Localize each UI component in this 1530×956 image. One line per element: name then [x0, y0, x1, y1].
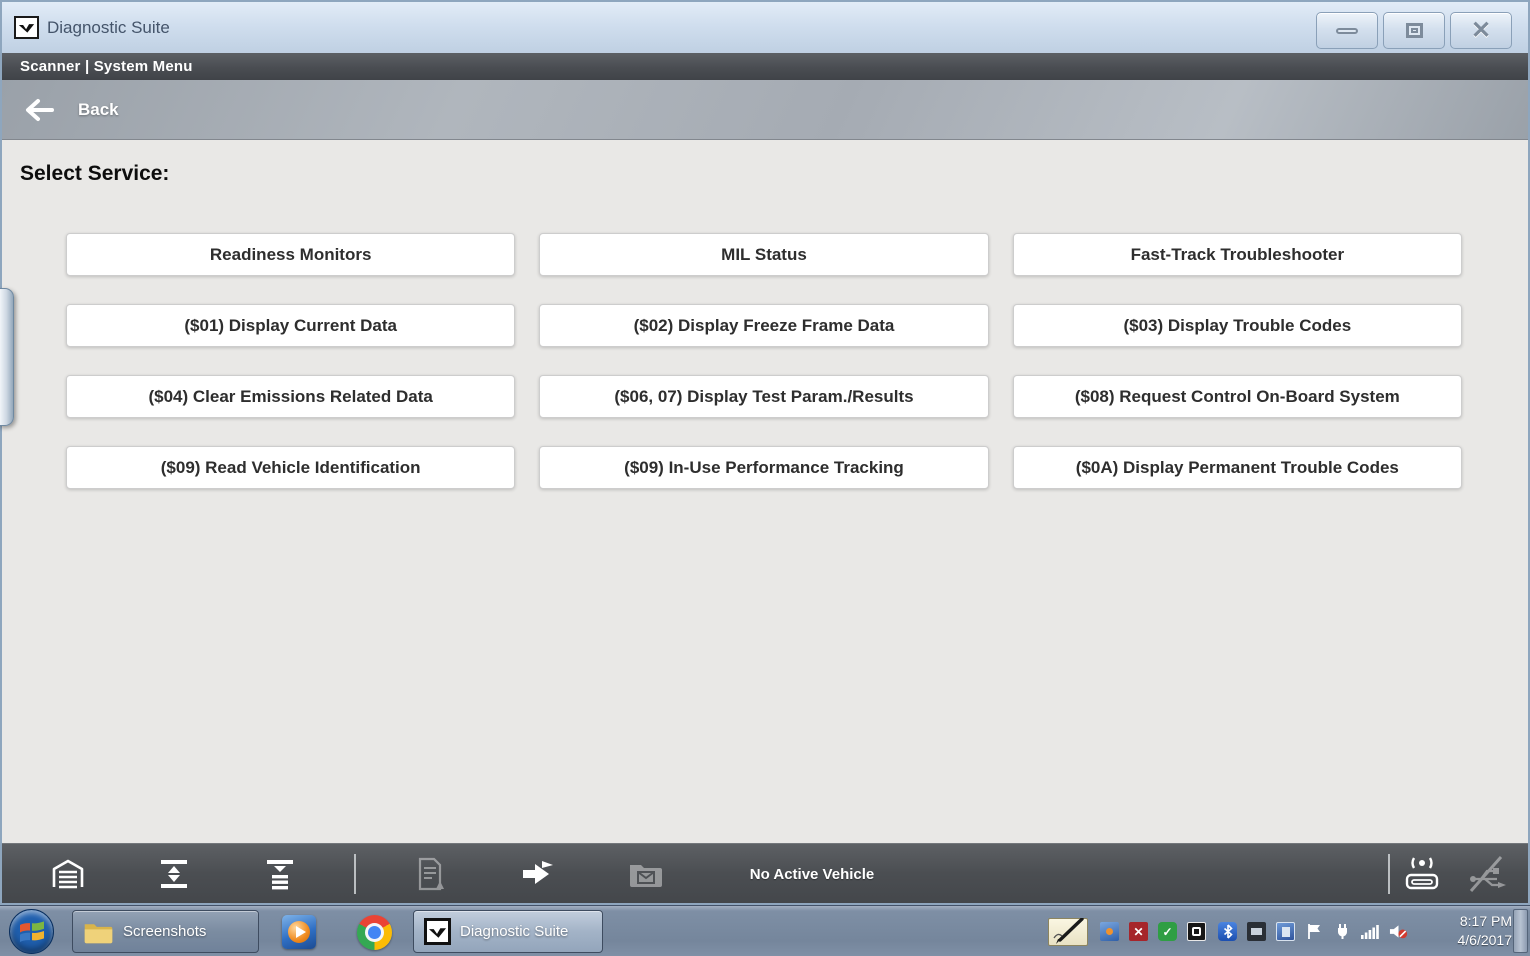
record-data-button [408, 854, 452, 894]
show-desktop-button[interactable] [1513, 909, 1528, 953]
nav-bar: Back [2, 80, 1528, 140]
toolbar-divider-right [1388, 854, 1390, 894]
attach-arrow-icon [520, 858, 556, 890]
window-title: Diagnostic Suite [47, 18, 170, 38]
toolbar-divider [354, 854, 356, 894]
start-button[interactable] [9, 909, 54, 954]
expand-data-button[interactable] [152, 854, 196, 894]
back-label: Back [78, 100, 119, 120]
service-read-vehicle-identification[interactable]: ($09) Read Vehicle Identification [66, 446, 515, 489]
saved-data-button [624, 854, 668, 894]
service-grid: Readiness Monitors MIL Status Fast-Track… [66, 233, 1462, 489]
breadcrumb: Scanner | System Menu [20, 58, 193, 75]
page-title: Select Service: [20, 162, 169, 186]
side-drawer-handle[interactable] [0, 288, 14, 426]
back-arrow-icon [22, 98, 56, 122]
attach-button[interactable] [516, 854, 560, 894]
main-content: Select Service: Readiness Monitors MIL S… [2, 140, 1528, 843]
service-fast-track-troubleshooter[interactable]: Fast-Track Troubleshooter [1013, 233, 1462, 276]
taskbar-button-diagnostic-suite[interactable]: Diagnostic Suite [413, 910, 603, 953]
volume-muted-icon[interactable] [1389, 922, 1408, 941]
home-button[interactable] [46, 854, 90, 894]
network-signal-icon[interactable] [1360, 922, 1379, 941]
service-request-control-onboard-system[interactable]: ($08) Request Control On-Board System [1013, 375, 1462, 418]
diagnostic-suite-icon [424, 918, 451, 945]
scanner-connection-button[interactable] [1400, 854, 1444, 894]
service-readiness-monitors[interactable]: Readiness Monitors [66, 233, 515, 276]
service-display-permanent-trouble-codes[interactable]: ($0A) Display Permanent Trouble Codes [1013, 446, 1462, 489]
close-button[interactable]: ✕ [1450, 12, 1512, 49]
minimize-icon [1336, 28, 1358, 34]
breadcrumb-bar: Scanner | System Menu [2, 53, 1528, 80]
taskbar-button-media-player[interactable] [280, 913, 318, 951]
media-player-icon [282, 915, 316, 949]
taskbar-button-chrome[interactable] [355, 913, 393, 951]
pen-input-icon[interactable] [1048, 918, 1088, 946]
close-icon: ✕ [1471, 19, 1491, 43]
service-display-freeze-frame-data[interactable]: ($02) Display Freeze Frame Data [539, 304, 988, 347]
saved-data-folder-icon [628, 859, 664, 889]
flash-icon[interactable]: ✕ [1129, 922, 1148, 941]
windows-logo-icon [19, 918, 45, 944]
maximize-button[interactable] [1383, 12, 1445, 49]
power-plug-icon[interactable] [1333, 922, 1352, 941]
green-check-icon[interactable]: ✓ [1158, 922, 1177, 941]
service-display-current-data[interactable]: ($01) Display Current Data [66, 304, 515, 347]
bottom-toolbar: No Active Vehicle [2, 843, 1528, 903]
app-window: Diagnostic Suite ✕ Scanner | System Menu… [0, 0, 1530, 905]
taskbar: Screenshots Diagnostic Suite ✕ ✓ [0, 905, 1530, 956]
taskbar-label: Screenshots [123, 923, 206, 940]
clock-time: 8:17 PM [1420, 912, 1512, 931]
chrome-icon [357, 915, 392, 950]
title-bar: Diagnostic Suite ✕ [2, 2, 1528, 53]
minimize-button[interactable] [1316, 12, 1378, 49]
display-icon[interactable] [1247, 922, 1266, 941]
expand-data-icon [157, 857, 191, 891]
service-clear-emissions-related-data[interactable]: ($04) Clear Emissions Related Data [66, 375, 515, 418]
service-mil-status[interactable]: MIL Status [539, 233, 988, 276]
remote-icon[interactable] [1276, 922, 1295, 941]
scanner-wireless-icon [1402, 855, 1442, 893]
clock[interactable]: 8:17 PM 4/6/2017 [1420, 912, 1512, 950]
folder-icon [83, 919, 114, 945]
service-display-trouble-codes[interactable]: ($03) Display Trouble Codes [1013, 304, 1462, 347]
home-icon [50, 858, 86, 890]
action-center-flag-icon[interactable] [1305, 922, 1324, 941]
taskbar-label: Diagnostic Suite [460, 923, 568, 940]
collapse-data-icon [263, 857, 297, 891]
service-display-test-param-results[interactable]: ($06, 07) Display Test Param./Results [539, 375, 988, 418]
app-logo-icon [14, 16, 39, 39]
record-data-icon [414, 857, 446, 891]
camera-icon[interactable] [1187, 922, 1206, 941]
usb-disconnected-icon [1465, 855, 1507, 893]
usb-connection-button [1464, 854, 1508, 894]
updater-icon[interactable] [1100, 922, 1119, 941]
taskbar-button-screenshots[interactable]: Screenshots [72, 910, 259, 953]
collapse-data-button[interactable] [258, 854, 302, 894]
maximize-icon [1406, 23, 1423, 38]
clock-date: 4/6/2017 [1420, 931, 1512, 950]
vehicle-status: No Active Vehicle [702, 844, 922, 904]
back-button[interactable]: Back [2, 98, 119, 122]
service-in-use-performance-tracking[interactable]: ($09) In-Use Performance Tracking [539, 446, 988, 489]
bluetooth-icon[interactable] [1218, 922, 1237, 941]
